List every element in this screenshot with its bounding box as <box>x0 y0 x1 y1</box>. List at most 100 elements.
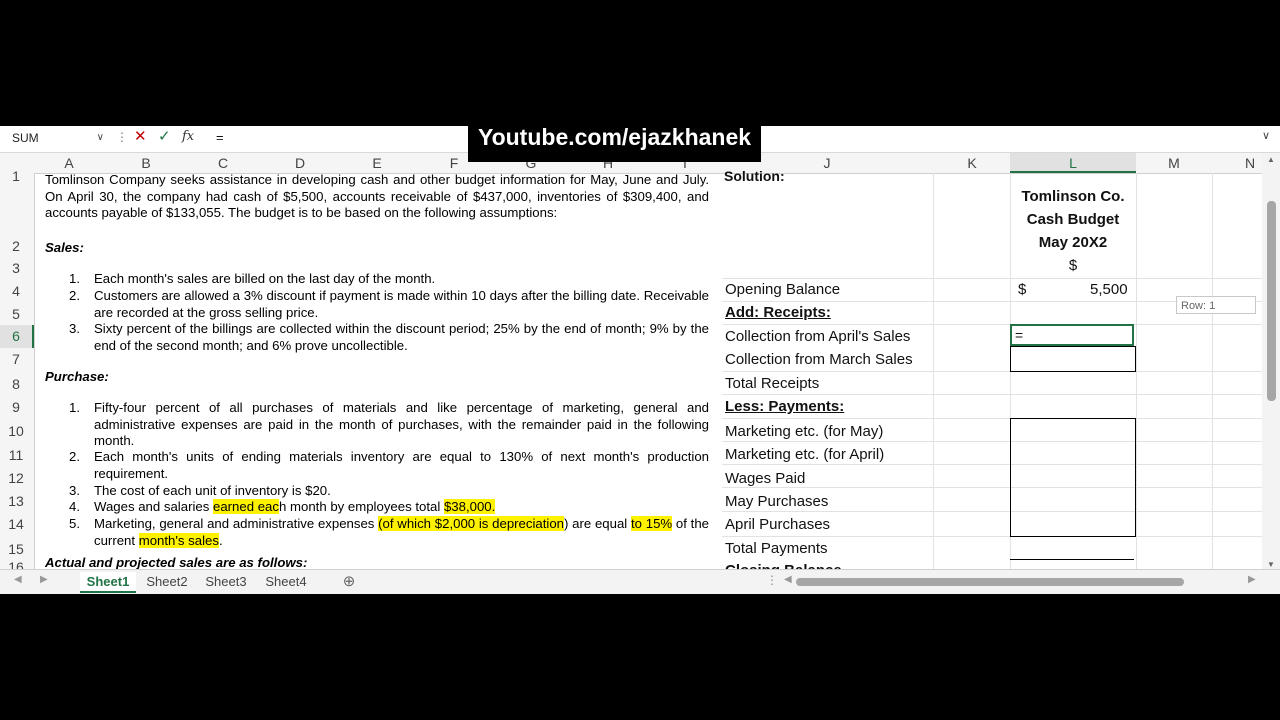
row-header-12[interactable]: 12 <box>0 468 32 488</box>
column-header-d[interactable]: D <box>258 153 342 173</box>
gridline <box>722 441 1262 442</box>
scroll-right-icon[interactable]: ▶ <box>1248 574 1256 585</box>
collection-april-label[interactable]: Collection from April's Sales <box>725 328 910 345</box>
row-headers: 1 2 3 4 5 6 7 8 9 10 11 12 13 14 15 16 <box>0 169 35 573</box>
tab-sheet2[interactable]: Sheet2 <box>140 572 194 591</box>
vertical-scrollbar[interactable]: ▲ ▼ <box>1262 153 1280 571</box>
total-payments-border <box>1010 559 1134 560</box>
row-header-15[interactable]: 15 <box>0 539 32 559</box>
item-text: Wages and salaries earned each month by … <box>94 499 709 516</box>
add-receipts-label[interactable]: Add: Receipts: <box>725 304 831 321</box>
text-run: . <box>218 532 223 548</box>
item-text: Customers are allowed a 3% discount if p… <box>94 288 709 320</box>
opening-balance-label[interactable]: Opening Balance <box>725 281 840 298</box>
receipts-border-box <box>1010 346 1136 372</box>
column-header-m[interactable]: M <box>1136 153 1212 173</box>
tab-sheet4[interactable]: Sheet4 <box>259 572 313 591</box>
enter-check-icon[interactable]: ✓ <box>158 127 171 145</box>
gridline <box>722 371 1262 372</box>
excel-window: SUM ∨ ⋮ ✕ ✓ fx = ∨ A B C D E F G H I J K … <box>0 126 1280 594</box>
vertical-scroll-thumb[interactable] <box>1267 201 1276 401</box>
item-text: The cost of each unit of inventory is $2… <box>94 483 331 498</box>
gridline <box>722 394 1262 395</box>
prev-sheet-icon[interactable]: ◀ <box>14 574 22 585</box>
item-number: 4. <box>69 499 80 514</box>
opening-balance-currency[interactable]: $ <box>1018 281 1026 298</box>
problem-intro: Tomlinson Company seeks assistance in de… <box>45 172 709 220</box>
more-options-icon[interactable]: ⋮ <box>766 573 778 587</box>
scroll-down-icon[interactable]: ▼ <box>1267 560 1275 569</box>
insert-function-icon[interactable]: fx <box>182 129 194 144</box>
item-text: Fifty-four percent of all purchases of m… <box>94 400 709 448</box>
marketing-april-label[interactable]: Marketing etc. (for April) <box>725 446 884 463</box>
row-header-4[interactable]: 4 <box>0 281 32 301</box>
statement-title: Cash Budget <box>1026 211 1120 228</box>
row-header-2[interactable]: 2 <box>0 236 32 256</box>
text-run: Marketing, general and administrative ex… <box>94 516 379 531</box>
watermark-banner: Youtube.com/ejazkhanek <box>468 118 761 162</box>
wages-paid-label[interactable]: Wages Paid <box>725 470 805 487</box>
gridline <box>722 278 1262 279</box>
column-header-c[interactable]: C <box>188 153 258 173</box>
row-header-9[interactable]: 9 <box>0 397 32 417</box>
column-header-k[interactable]: K <box>934 153 1010 173</box>
gridline <box>722 324 1262 325</box>
text-run: h month by employees total <box>279 499 444 514</box>
more-options-icon[interactable]: ⋮ <box>116 130 128 144</box>
row-header-13[interactable]: 13 <box>0 491 32 511</box>
row-header-7[interactable]: 7 <box>0 349 32 369</box>
opening-balance-value[interactable]: 5,500 <box>1090 281 1128 298</box>
purchases-heading: Purchase: <box>45 369 109 384</box>
column-header-b[interactable]: B <box>104 153 188 173</box>
highlighted-text: month's sales <box>138 532 219 548</box>
cancel-icon[interactable]: ✕ <box>134 127 147 145</box>
total-receipts-label[interactable]: Total Receipts <box>725 375 819 392</box>
less-payments-label[interactable]: Less: Payments: <box>725 398 844 415</box>
total-payments-label[interactable]: Total Payments <box>725 540 828 557</box>
may-purchases-label[interactable]: May Purchases <box>725 493 828 510</box>
solution-label: Solution: <box>724 168 785 184</box>
scroll-left-icon[interactable]: ◀ <box>784 574 792 585</box>
row-header-14[interactable]: 14 <box>0 514 32 534</box>
marketing-may-label[interactable]: Marketing etc. (for May) <box>725 423 883 440</box>
row-header-8[interactable]: 8 <box>0 374 32 394</box>
payments-border-box <box>1010 418 1136 537</box>
highlighted-text: to 15% <box>631 516 673 531</box>
closing-balance-label[interactable]: Closing Balance <box>725 562 842 569</box>
gridline <box>722 487 1262 488</box>
next-sheet-icon[interactable]: ▶ <box>40 574 48 585</box>
item-number: 2. <box>69 288 80 303</box>
sheet-tab-bar: ◀ ▶ Sheet1 Sheet2 Sheet3 Sheet4 ⊕ ⋮ ◀ ▶ <box>0 569 1280 594</box>
column-header-e[interactable]: E <box>342 153 412 173</box>
gridline <box>722 418 1262 419</box>
april-purchases-label[interactable]: April Purchases <box>725 516 830 533</box>
item-number: 5. <box>69 516 80 531</box>
row-header-11[interactable]: 11 <box>0 445 32 465</box>
item-number: 1. <box>69 400 80 415</box>
name-box[interactable]: SUM ∨ <box>8 129 106 147</box>
tab-sheet1[interactable]: Sheet1 <box>80 572 136 593</box>
active-cell-l6[interactable]: = <box>1010 324 1134 346</box>
item-text: Each month's sales are billed on the las… <box>94 271 436 286</box>
scroll-up-icon[interactable]: ▲ <box>1267 155 1275 164</box>
row-header-3[interactable]: 3 <box>0 258 32 278</box>
highlighted-text: $38,000. <box>443 499 496 514</box>
chevron-down-icon[interactable]: ∨ <box>97 129 104 147</box>
item-number: 3. <box>69 321 80 336</box>
tab-sheet3[interactable]: Sheet3 <box>199 572 253 591</box>
item-number: 1. <box>69 271 80 286</box>
column-header-l[interactable]: L <box>1010 153 1136 173</box>
collection-march-label[interactable]: Collection from March Sales <box>725 351 913 368</box>
gridline <box>722 536 1262 537</box>
row-tooltip: Row: 1 <box>1176 296 1256 314</box>
row-header-1[interactable]: 1 <box>0 169 32 185</box>
item-text: Each month's units of ending materials i… <box>94 449 709 481</box>
column-header-a[interactable]: A <box>34 153 104 173</box>
row-header-10[interactable]: 10 <box>0 421 32 441</box>
row-header-6[interactable]: 6 <box>0 325 34 348</box>
add-sheet-icon[interactable]: ⊕ <box>340 572 358 591</box>
item-number: 3. <box>69 483 80 498</box>
row-header-5[interactable]: 5 <box>0 304 32 324</box>
horizontal-scroll-thumb[interactable] <box>796 578 1184 586</box>
expand-formula-bar-icon[interactable]: ∨ <box>1262 129 1270 142</box>
